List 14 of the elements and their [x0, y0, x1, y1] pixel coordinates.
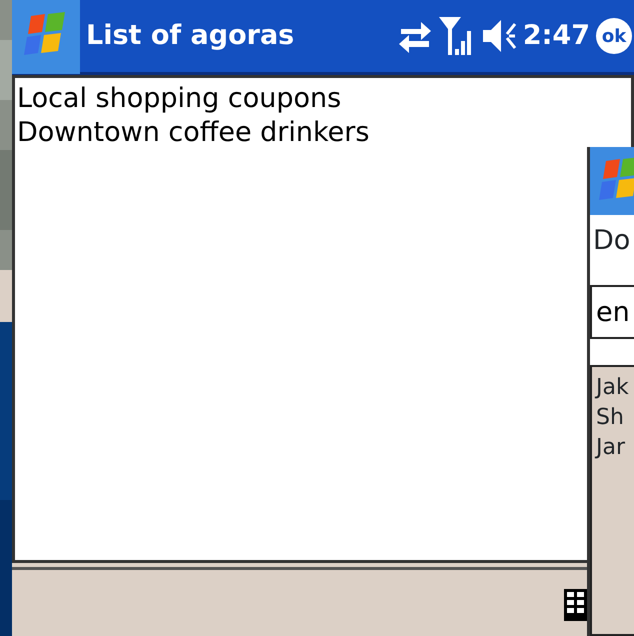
start-button[interactable]: [12, 0, 80, 74]
window-title: List of agoras: [86, 18, 294, 53]
list-item[interactable]: Jar: [596, 433, 634, 463]
clock[interactable]: 2:47: [522, 16, 590, 56]
list-item[interactable]: Sh: [596, 403, 634, 433]
ok-button[interactable]: ok: [596, 18, 632, 54]
list-item[interactable]: Jak: [596, 373, 634, 403]
list-item[interactable]: Local shopping coupons: [17, 82, 629, 116]
connectivity-icon[interactable]: [396, 19, 433, 53]
volume-icon[interactable]: [480, 18, 517, 54]
list-item[interactable]: Downtown coffee drinkers: [17, 116, 629, 150]
heading: Do: [592, 224, 632, 258]
keyboard-icon[interactable]: [563, 588, 589, 622]
input-field[interactable]: en: [590, 285, 634, 339]
